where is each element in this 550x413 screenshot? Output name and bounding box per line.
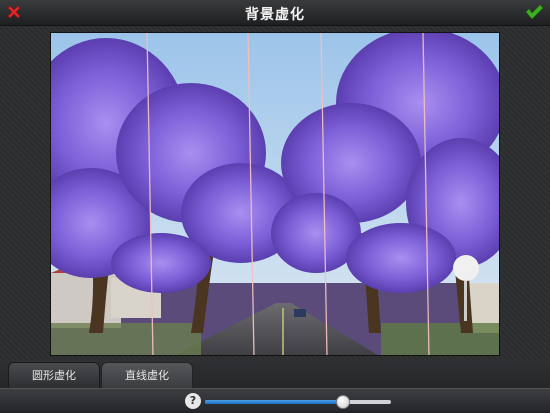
photo-image bbox=[51, 33, 499, 355]
title-bar: 背景虚化 bbox=[0, 0, 550, 26]
jacaranda-street-photo[interactable] bbox=[50, 32, 500, 356]
slider-thumb[interactable] bbox=[335, 395, 350, 409]
confirm-button[interactable] bbox=[524, 3, 544, 21]
checkmark-icon bbox=[525, 4, 544, 20]
page-title: 背景虚化 bbox=[245, 7, 305, 23]
tab-linear-blur[interactable]: 直线虚化 bbox=[101, 362, 193, 388]
tab-circle-blur-label: 圆形虚化 bbox=[32, 369, 76, 382]
bottom-panel: 圆形虚化 直线虚化 ? bbox=[0, 360, 550, 413]
blur-strength-slider[interactable] bbox=[205, 395, 391, 409]
help-button[interactable]: ? bbox=[185, 393, 201, 409]
slider-fill bbox=[205, 400, 343, 404]
tab-circle-blur[interactable]: 圆形虚化 bbox=[8, 362, 100, 388]
tab-linear-blur-label: 直线虚化 bbox=[125, 369, 169, 382]
blur-toolbar: ? bbox=[0, 388, 550, 413]
